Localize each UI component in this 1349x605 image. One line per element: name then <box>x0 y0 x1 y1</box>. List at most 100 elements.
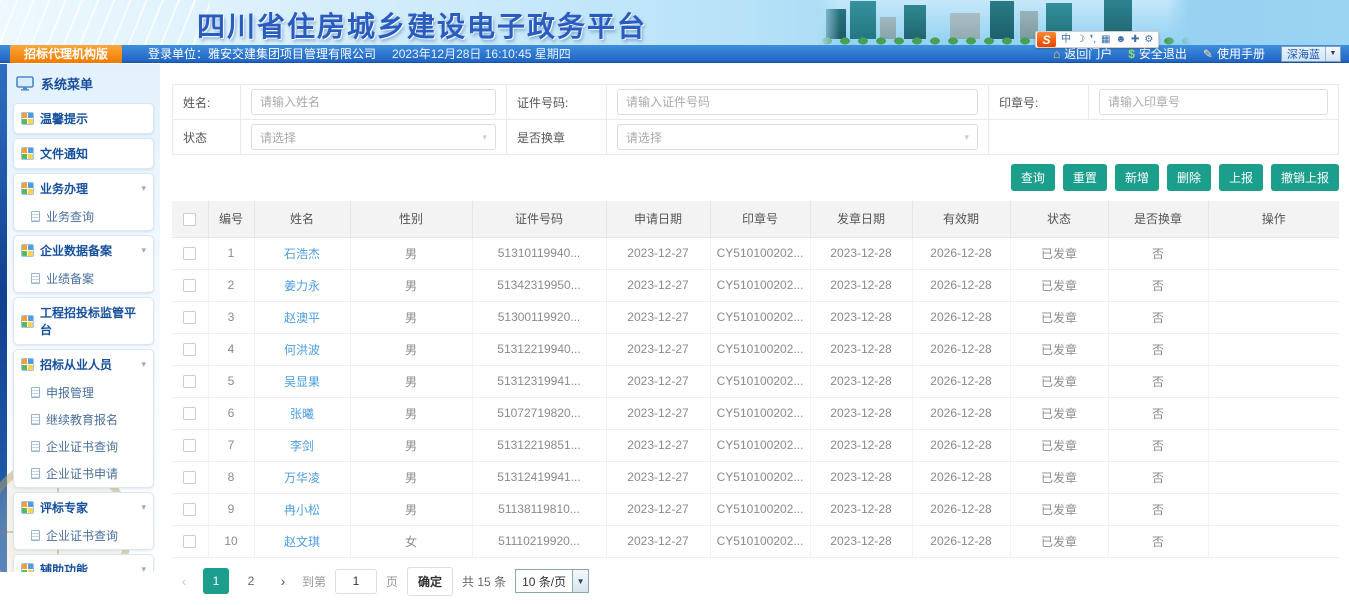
person-name-link[interactable]: 赵澳平 <box>284 311 320 325</box>
sidebar-item[interactable]: 工程招投标监管平台 <box>14 298 153 344</box>
row-select-cell <box>172 333 208 365</box>
sidebar-item[interactable]: 招标从业人员▾ <box>14 350 153 379</box>
person-name-link[interactable]: 李剑 <box>290 439 314 453</box>
report-button[interactable]: 上报 <box>1219 164 1263 191</box>
sidebar-subitem[interactable]: 企业证书申请 <box>14 460 153 487</box>
sidebar-item[interactable]: 温馨提示 <box>14 104 153 133</box>
theme-select[interactable]: 深海蓝 ▼ <box>1281 46 1341 62</box>
idno-input[interactable] <box>617 89 978 115</box>
row-checkbox[interactable] <box>183 343 196 356</box>
goto-page-input[interactable] <box>335 569 377 594</box>
delete-button[interactable]: 删除 <box>1167 164 1211 191</box>
person-name-link[interactable]: 姜力永 <box>284 279 320 293</box>
ime-skin-icon[interactable]: ✚ <box>1131 32 1139 47</box>
chevron-right-icon[interactable]: › <box>273 573 293 589</box>
sidebar-item[interactable]: 文件通知 <box>14 139 153 168</box>
name-cell: 冉小松 <box>254 493 350 525</box>
row-checkbox[interactable] <box>183 247 196 260</box>
chevron-down-icon: ▼ <box>1325 47 1340 61</box>
table-row: 1石浩杰男51310119940...2023-12-27CY510100202… <box>172 237 1339 269</box>
id_number-cell: 51072719820... <box>472 397 606 429</box>
row-checkbox[interactable] <box>183 471 196 484</box>
sidebar-subitem[interactable]: 企业证书查询 <box>14 522 153 549</box>
chevron-down-icon: ▾ <box>141 245 146 256</box>
query-button[interactable]: 查询 <box>1011 164 1055 191</box>
ime-halfmoon-icon[interactable]: ☽ <box>1076 32 1085 47</box>
id_number-cell: 51312419941... <box>472 461 606 493</box>
confirm-button[interactable]: 确定 <box>407 567 453 596</box>
seal_no-cell: CY510100202... <box>710 365 810 397</box>
menu-grid-icon <box>21 501 34 514</box>
person-name-link[interactable]: 何洪波 <box>284 343 320 357</box>
gender-cell: 男 <box>350 461 472 493</box>
row-checkbox[interactable] <box>183 279 196 292</box>
sidebar-item-label: 评标专家 <box>40 499 88 516</box>
ime-user-icon[interactable]: ☻ <box>1115 32 1126 47</box>
apply_date-cell: 2023-12-27 <box>606 333 710 365</box>
sidebar-subitem[interactable]: 业务查询 <box>14 203 153 230</box>
ime-keyboard-icon[interactable]: ▦ <box>1101 32 1110 47</box>
reset-button[interactable]: 重置 <box>1063 164 1107 191</box>
apply_date-cell: 2023-12-27 <box>606 493 710 525</box>
user-manual-label: 使用手册 <box>1217 45 1265 62</box>
person-name-link[interactable]: 吴显果 <box>284 375 320 389</box>
chevron-left-icon[interactable]: ‹ <box>174 573 194 589</box>
sidebar-subitem-label: 业务查询 <box>46 208 94 225</box>
person-name-link[interactable]: 冉小松 <box>284 503 320 517</box>
no-cell: 8 <box>208 461 254 493</box>
sidebar-item[interactable]: 企业数据备案▾ <box>14 236 153 265</box>
sidebar-subitem[interactable]: 企业证书查询 <box>14 433 153 460</box>
sidebar-item[interactable]: 辅助功能▾ <box>14 555 153 572</box>
person-name-link[interactable]: 万华凌 <box>284 471 320 485</box>
edition-tab[interactable]: 招标代理机构版 <box>10 45 122 63</box>
op-cell <box>1208 461 1339 493</box>
page-unit-label: 页 <box>386 573 398 590</box>
add-button[interactable]: 新增 <box>1115 164 1159 191</box>
person-name-link[interactable]: 张曦 <box>290 407 314 421</box>
person-name-link[interactable]: 石浩杰 <box>284 247 320 261</box>
row-checkbox[interactable] <box>183 375 196 388</box>
user-manual-link[interactable]: ✎ 使用手册 <box>1203 45 1265 62</box>
change-cell: 否 <box>1108 301 1208 333</box>
name-cell: 万华凌 <box>254 461 350 493</box>
goto-label: 到第 <box>302 573 326 590</box>
status-select[interactable]: 请选择 ▾ <box>251 124 496 150</box>
valid_date-cell: 2026-12-28 <box>912 525 1010 557</box>
ime-punctuation-icon[interactable]: ❜, <box>1090 32 1096 47</box>
status-cell: 已发章 <box>1010 269 1108 301</box>
select-all-checkbox[interactable] <box>183 213 196 226</box>
sidebar-item[interactable]: 业务办理▾ <box>14 174 153 203</box>
change-filter-label: 是否换章 <box>507 120 607 155</box>
sealno-input[interactable] <box>1099 89 1328 115</box>
person-name-link[interactable]: 赵文琪 <box>284 535 320 549</box>
sidebar-subitem-label: 企业证书查询 <box>46 438 118 455</box>
sidebar-subitem[interactable]: 申报管理 <box>14 379 153 406</box>
sidebar-item[interactable]: 评标专家▾ <box>14 493 153 522</box>
row-checkbox[interactable] <box>183 503 196 516</box>
cancel-report-button[interactable]: 撤销上报 <box>1271 164 1339 191</box>
no-cell: 7 <box>208 429 254 461</box>
issue_date-cell: 2023-12-28 <box>810 461 912 493</box>
name-input[interactable] <box>251 89 496 115</box>
ime-lang-icon[interactable]: 中 <box>1061 32 1071 47</box>
column-header: 证件号码 <box>472 201 606 237</box>
change-seal-select[interactable]: 请选择 ▾ <box>617 124 978 150</box>
row-checkbox[interactable] <box>183 535 196 548</box>
sidebar-subitem[interactable]: 业绩备案 <box>14 265 153 292</box>
sidebar-item-label: 辅助功能 <box>40 561 88 572</box>
column-header: 状态 <box>1010 201 1108 237</box>
change-cell: 否 <box>1108 461 1208 493</box>
valid_date-cell: 2026-12-28 <box>912 397 1010 429</box>
op-cell <box>1208 493 1339 525</box>
row-checkbox[interactable] <box>183 311 196 324</box>
table-row: 3赵澳平男51300119920...2023-12-27CY510100202… <box>172 301 1339 333</box>
no-cell: 2 <box>208 269 254 301</box>
ime-logo-icon[interactable]: S <box>1037 32 1056 47</box>
row-checkbox[interactable] <box>183 439 196 452</box>
issue_date-cell: 2023-12-28 <box>810 333 912 365</box>
row-checkbox[interactable] <box>183 407 196 420</box>
chevron-down-icon: ▾ <box>964 132 969 143</box>
sidebar-subitem[interactable]: 继续教育报名 <box>14 406 153 433</box>
ime-tools-icon[interactable]: ⚙ <box>1144 32 1153 47</box>
page-size-select[interactable]: 10 条/页 ▼ <box>515 569 589 593</box>
